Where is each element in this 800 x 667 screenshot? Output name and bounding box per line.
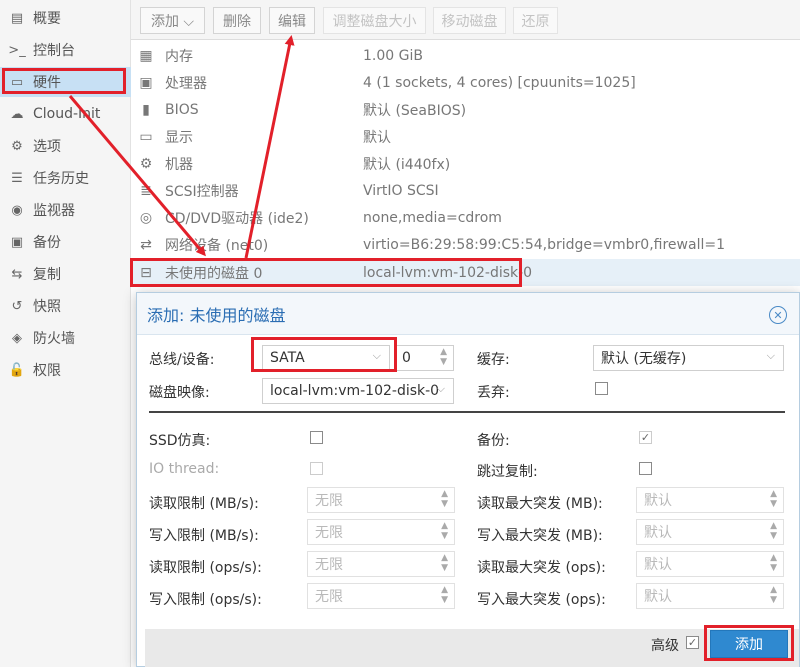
arrow-hardware-to-disk bbox=[68, 95, 206, 257]
arrow-disk-to-edit bbox=[244, 35, 295, 259]
annotation-arrows bbox=[68, 35, 295, 259]
